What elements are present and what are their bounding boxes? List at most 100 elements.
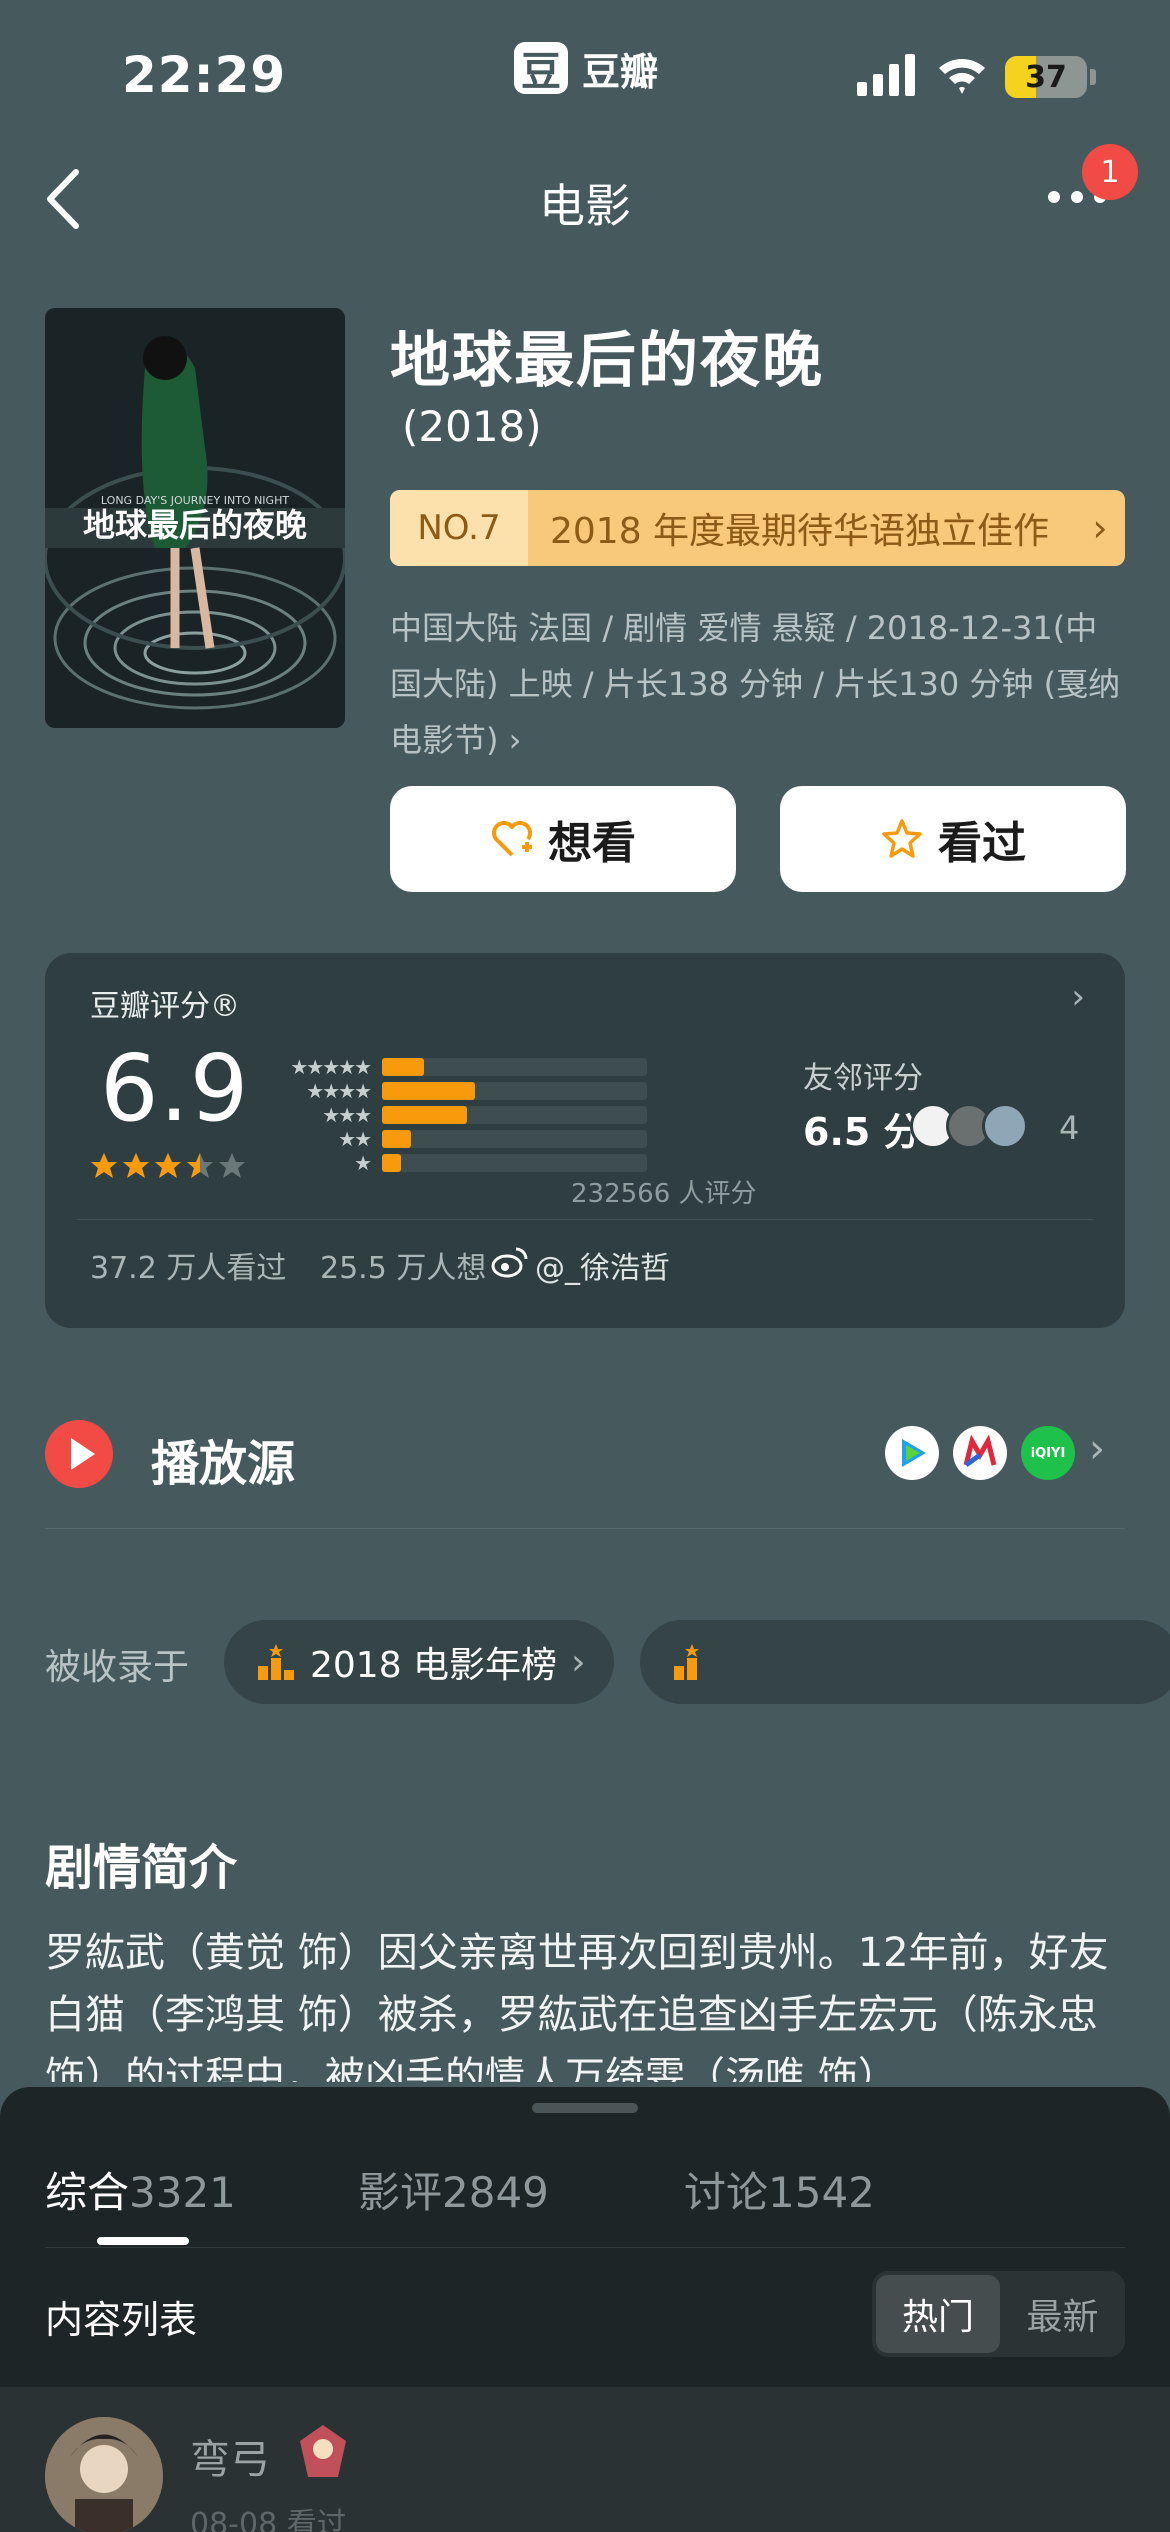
drag-handle[interactable]	[532, 2103, 638, 2113]
app-logo-icon: 豆	[514, 42, 568, 95]
divider	[45, 1528, 1125, 1529]
want-count: 25.5 万人想	[320, 1251, 487, 1286]
rating-bar-fill	[382, 1154, 401, 1172]
movie-year: (2018)	[402, 402, 542, 451]
bottom-sheet[interactable]: 综合3321 影评2849 讨论1542 内容列表 热门 最新 弯弓 08-08…	[0, 2087, 1170, 2532]
tab-count: 3321	[129, 2168, 236, 2217]
movie-poster[interactable]: 地球最后的夜晚 LONG DAY'S JOURNEY INTO NIGHT	[45, 308, 345, 728]
list-chip[interactable]	[640, 1620, 1170, 1704]
friends-rating-label: 友邻评分	[803, 1061, 923, 1096]
rating-bar: ★★	[277, 1127, 647, 1151]
tab-reviews[interactable]: 影评2849	[358, 2159, 549, 2220]
rating-votes: 232566 人评分	[571, 1179, 757, 1209]
page-title: 电影	[539, 179, 631, 233]
tab-label: 讨论	[684, 2168, 769, 2217]
avatar	[982, 1103, 1028, 1149]
star-icon	[219, 1153, 245, 1178]
rating-bar-stars: ★★★	[322, 1103, 372, 1127]
tab-overview[interactable]: 综合3321	[45, 2159, 236, 2220]
rating-score: 6.9	[100, 1035, 250, 1142]
rating-bar: ★★★★★	[277, 1055, 647, 1079]
rating-distribution: ★★★★★ ★★★★ ★★★ ★★ ★	[277, 1055, 647, 1175]
star-icon	[187, 1153, 213, 1178]
rating-bar-fill	[382, 1106, 467, 1124]
rating-bar-fill	[382, 1130, 412, 1148]
post-meta: 08-08 看过	[190, 2507, 347, 2532]
status-time: 22:29	[122, 46, 287, 104]
list-item[interactable]: 弯弓 08-08 看过	[0, 2387, 1170, 2532]
chevron-right-icon: ›	[1071, 977, 1085, 1017]
rating-card[interactable]: 豆瓣评分® › 6.9 ★★★★★ ★★★★ ★★★ ★★ ★ 232566 人评分 友…	[45, 953, 1125, 1328]
friends-count: 4	[1059, 1109, 1080, 1147]
play-source-row[interactable]: 播放源 iQIYI ›	[45, 1410, 1125, 1500]
movie-info[interactable]: 中国大陆 法国 / 剧情 爱情 悬疑 / 2018-12-31(中国大陆) 上映…	[390, 600, 1125, 768]
tab-count: 1542	[768, 2168, 875, 2217]
post-username[interactable]: 弯弓	[190, 2427, 270, 2485]
content-list-title: 内容列表	[45, 2298, 198, 2342]
user-badge-icon	[300, 2425, 346, 2477]
signal-icon	[857, 54, 915, 96]
iqiyi-icon[interactable]: iQIYI	[1021, 1426, 1075, 1480]
tab-count: 2849	[442, 2168, 549, 2217]
star-icon	[882, 819, 922, 858]
want-label: 想看	[548, 818, 636, 869]
friends-avatars[interactable]	[910, 1103, 1028, 1149]
rating-bar: ★★★	[277, 1103, 647, 1127]
ranking-icon	[258, 1644, 294, 1680]
divider	[45, 2247, 1125, 2248]
rating-stars	[89, 1151, 247, 1181]
tab-label: 影评	[358, 2168, 443, 2217]
list-chip[interactable]: 2018 电影年榜 ›	[224, 1620, 614, 1704]
seen-label: 看过	[938, 818, 1026, 869]
rating-title: 豆瓣评分®	[90, 989, 240, 1024]
rating-bar-fill	[382, 1082, 475, 1100]
synopsis-text[interactable]: 罗紘武（黄觉 饰）因父亲离世再次回到贵州。12年前，好友白猫（李鸿其 饰）被杀，…	[45, 1922, 1125, 2082]
synopsis-heading: 剧情简介	[45, 1840, 238, 1896]
tab-discussion[interactable]: 讨论1542	[684, 2159, 875, 2220]
star-icon	[123, 1153, 149, 1178]
app-logo: 豆 豆瓣	[514, 40, 658, 96]
included-label: 被收录于	[45, 1647, 190, 1688]
poster-title: 地球最后的夜晚	[83, 506, 307, 544]
tab-indicator	[97, 2237, 189, 2245]
battery-level: 37	[1025, 59, 1067, 95]
divider	[77, 1219, 1093, 1220]
movie-title: 地球最后的夜晚	[390, 326, 824, 396]
rating-bar: ★	[277, 1151, 647, 1175]
rating-bar-stars: ★★★★★	[290, 1055, 372, 1079]
weibo-user[interactable]: @_徐浩哲	[535, 1243, 670, 1287]
want-button[interactable]: 想看	[390, 786, 736, 892]
play-source-label: 播放源	[151, 1436, 296, 1492]
friends-rating-score: 6.5 分	[803, 1110, 922, 1154]
list-chip-label: 2018 电影年榜	[310, 1645, 558, 1686]
sort-hot-button[interactable]: 热门	[876, 2275, 1000, 2353]
star-icon	[155, 1153, 181, 1178]
sort-toggle[interactable]: 热门 最新	[872, 2271, 1125, 2357]
heart-plus-icon	[492, 821, 532, 857]
star-icon	[91, 1153, 117, 1178]
chevron-right-icon: ›	[1089, 1426, 1105, 1472]
rank-text: 2018 年度最期待华语独立佳作	[550, 511, 1050, 552]
tab-label: 综合	[45, 2168, 130, 2217]
chevron-right-icon: ›	[1092, 506, 1108, 550]
rank-banner[interactable]: NO.7 2018 年度最期待华语独立佳作 ›	[390, 490, 1125, 566]
app-logo-name: 豆瓣	[582, 49, 659, 94]
avatar[interactable]	[45, 2417, 163, 2532]
rank-number: NO.7	[390, 490, 528, 566]
rating-bar-stars: ★	[354, 1151, 372, 1175]
seen-button[interactable]: 看过	[780, 786, 1126, 892]
rating-bar-stars: ★★★★	[306, 1079, 372, 1103]
migu-icon[interactable]	[953, 1426, 1007, 1480]
play-icon	[45, 1420, 113, 1488]
rating-bar-stars: ★★	[338, 1127, 372, 1151]
sort-new-button[interactable]: 最新	[1000, 2288, 1125, 2340]
seen-count: 37.2 万人看过	[90, 1251, 287, 1286]
rating-bar: ★★★★	[277, 1079, 647, 1103]
rating-bar-fill	[382, 1058, 425, 1076]
notification-badge: 1	[1082, 144, 1138, 200]
weibo-icon	[491, 1247, 528, 1278]
chevron-right-icon: ›	[571, 1641, 586, 1683]
battery-icon: 37	[1005, 56, 1087, 98]
tencent-video-icon[interactable]	[885, 1426, 939, 1480]
poster-subtitle: LONG DAY'S JOURNEY INTO NIGHT	[101, 494, 289, 507]
